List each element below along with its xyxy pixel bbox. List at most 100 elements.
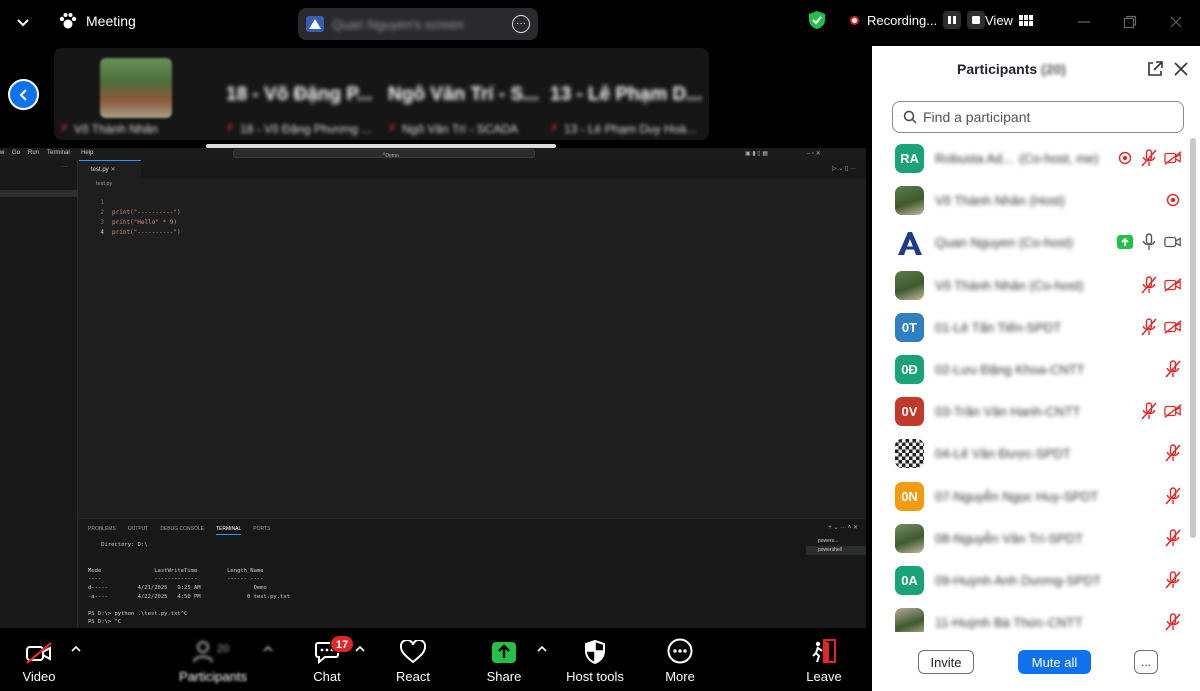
participant-row[interactable]: 0Đ 02-Lưu Đặng Khoa-CNTT bbox=[872, 349, 1190, 391]
more-button[interactable]: More bbox=[662, 636, 698, 686]
participant-name: 03-Trần Văn Hanh-CNTT bbox=[935, 404, 1080, 419]
participant-list-scrollbar[interactable] bbox=[1190, 138, 1196, 538]
terminal-line: PS D:\> ^C bbox=[88, 619, 122, 626]
participant-row[interactable]: RA Robusta Ad... (Co-host, me) bbox=[872, 138, 1190, 180]
participant-name: 04-Lê Văn Được-SPDT bbox=[935, 446, 1071, 461]
participant-search[interactable] bbox=[892, 101, 1184, 133]
participant-row[interactable]: Quan Nguyen (Co-host) bbox=[872, 222, 1190, 264]
participant-row[interactable]: Võ Thành Nhân (Co-host) bbox=[872, 265, 1190, 307]
participant-row[interactable]: 0V 03-Trần Văn Hanh-CNTT bbox=[872, 391, 1190, 433]
search-input[interactable] bbox=[923, 109, 1173, 125]
participant-row[interactable]: 11-Huỳnh Bá Thức-CNTT bbox=[872, 602, 1190, 632]
leave-button[interactable]: Leave bbox=[804, 636, 844, 686]
video-off-icon[interactable] bbox=[1164, 149, 1182, 167]
participant-name-text: Võ Thành Nhân (Co-host) bbox=[935, 277, 1084, 293]
recording-icon bbox=[1164, 191, 1182, 209]
participant-row[interactable]: 0A 09-Huỳnh Anh Dương-SPDT bbox=[872, 560, 1190, 602]
mic-off-icon[interactable] bbox=[1164, 529, 1182, 547]
participant-row[interactable]: 0N 07-Nguyễn Ngọc Huy-SPDT bbox=[872, 476, 1190, 518]
stop-icon bbox=[972, 16, 981, 24]
recording-label: Recording... bbox=[867, 12, 938, 28]
participant-name: Robusta Ad... (Co-host, me) bbox=[935, 151, 1099, 166]
close-icon[interactable] bbox=[1172, 60, 1190, 78]
mic-off-icon[interactable] bbox=[1140, 275, 1158, 294]
mic-off-icon[interactable] bbox=[1164, 444, 1182, 462]
participant-name-text: 02-Lưu Đặng Khoa-CNTT bbox=[935, 362, 1085, 377]
video-off-icon[interactable] bbox=[1164, 318, 1182, 336]
thumbnail-name-text: 18 - Võ Đặng Phương ... bbox=[240, 122, 372, 136]
vscode-search: ⌕ Demo bbox=[233, 149, 535, 159]
view-label: View bbox=[985, 13, 1013, 28]
chat-caret-icon[interactable] bbox=[354, 644, 366, 654]
participant-name-text: 03-Trần Văn Hanh-CNTT bbox=[935, 404, 1081, 420]
tile-big-name[interactable]: 13 - Lê Phạm D... bbox=[550, 84, 702, 106]
participant-name-text: 01-Lê Tấn Tiến-SPDT bbox=[935, 319, 1062, 335]
invite-button[interactable]: Invite bbox=[918, 650, 974, 674]
mic-off-icon[interactable] bbox=[1164, 360, 1182, 378]
share-button[interactable]: Share bbox=[484, 636, 524, 686]
mic-off-icon[interactable] bbox=[1164, 571, 1182, 589]
sidebar-selected-row bbox=[0, 190, 78, 197]
react-label: React bbox=[396, 669, 430, 684]
stop-recording-button[interactable] bbox=[967, 11, 986, 29]
more-icon bbox=[667, 636, 693, 664]
pop-out-icon[interactable] bbox=[1146, 60, 1164, 78]
mic-icon[interactable] bbox=[1140, 233, 1158, 251]
video-icon[interactable] bbox=[1164, 233, 1182, 251]
panel-title: Participants (20) bbox=[957, 61, 1066, 77]
more-options-icon[interactable]: ··· bbox=[512, 15, 530, 33]
shared-screen-content: w Go Run Terminal Help ⌕ Demo ▣ ▮ ▯ ▦ – … bbox=[0, 148, 866, 628]
participants-caret-icon[interactable] bbox=[262, 644, 274, 654]
participants-button[interactable]: 20 Participants bbox=[176, 636, 250, 686]
mic-off-icon[interactable] bbox=[1140, 149, 1158, 167]
mic-off-icon[interactable] bbox=[1140, 402, 1158, 420]
thumbnail-name-text: Ngô Văn Trí - SCADA bbox=[402, 122, 519, 136]
shared-screen-pill[interactable]: Quan Nguyen's screen ··· bbox=[298, 8, 538, 40]
participant-row[interactable]: 04-Lê Văn Được-SPDT bbox=[872, 433, 1190, 475]
terminal-list-item: powers... bbox=[818, 538, 839, 544]
panel-title-text: Participants bbox=[957, 61, 1038, 77]
video-off-icon[interactable] bbox=[1164, 276, 1182, 294]
previous-page-button[interactable] bbox=[8, 79, 39, 110]
chevron-down-icon[interactable] bbox=[14, 14, 32, 32]
participant-row[interactable]: 08-Nguyễn Văn Trí-SPDT bbox=[872, 518, 1190, 560]
mic-off-icon[interactable] bbox=[1140, 318, 1158, 336]
editor-tab: test.py ✕ bbox=[79, 160, 141, 178]
close-window-button[interactable] bbox=[1166, 12, 1186, 32]
participant-status-icons bbox=[1140, 318, 1182, 336]
mic-off-icon[interactable] bbox=[1164, 486, 1182, 505]
video-button[interactable]: Video bbox=[18, 636, 60, 686]
participant-row[interactable]: 0T 01-Lê Tấn Tiến-SPDT bbox=[872, 307, 1190, 349]
thumbnail-name-text: 13 - Lê Phạm Duy Hoà... bbox=[564, 122, 697, 136]
mic-off-icon: ✗ bbox=[60, 123, 69, 134]
tile-big-name[interactable]: Ngô Văn Trí - S... bbox=[388, 84, 539, 106]
participant-row[interactable]: Võ Thành Nhân (Host) bbox=[872, 180, 1190, 222]
tile-big-name[interactable]: 18 - Võ Đặng P... bbox=[226, 84, 372, 106]
host-tools-button[interactable]: Host tools bbox=[562, 636, 628, 686]
avatar bbox=[895, 228, 924, 258]
view-button[interactable]: View bbox=[985, 13, 1033, 28]
meeting-info[interactable]: Meeting bbox=[58, 12, 136, 30]
mute-all-button[interactable]: Mute all bbox=[1018, 650, 1091, 674]
menu-item: Go bbox=[12, 150, 21, 156]
participant-name: 08-Nguyễn Văn Trí-SPDT bbox=[935, 531, 1083, 546]
host-shield-icon bbox=[584, 636, 606, 664]
participant-video-thumbnail[interactable] bbox=[100, 58, 172, 118]
pause-recording-button[interactable] bbox=[943, 11, 962, 29]
thumbnail-name: ✗ Võ Thành Nhân bbox=[60, 122, 158, 136]
video-options-caret-icon[interactable] bbox=[70, 644, 82, 654]
mic-off-icon[interactable] bbox=[1164, 613, 1182, 631]
host-tools-label: Host tools bbox=[566, 669, 624, 684]
participant-name: Võ Thành Nhân (Host) bbox=[935, 193, 1065, 208]
maximize-button[interactable] bbox=[1120, 12, 1140, 32]
share-caret-icon[interactable] bbox=[536, 644, 548, 654]
video-off-icon[interactable] bbox=[1164, 402, 1182, 420]
panel-more-button[interactable]: ... bbox=[1134, 650, 1158, 674]
participants-panel: Participants (20) RA Robusta Ad... (Co-hos… bbox=[872, 46, 1200, 691]
panel-tab: PROBLEMS bbox=[88, 526, 116, 532]
menu-item: Help bbox=[81, 150, 94, 156]
minimize-button[interactable] bbox=[1074, 12, 1094, 32]
editor-tab-label: test.py bbox=[91, 167, 109, 173]
meeting-title: Meeting bbox=[86, 13, 136, 29]
react-button[interactable]: React bbox=[394, 636, 432, 686]
